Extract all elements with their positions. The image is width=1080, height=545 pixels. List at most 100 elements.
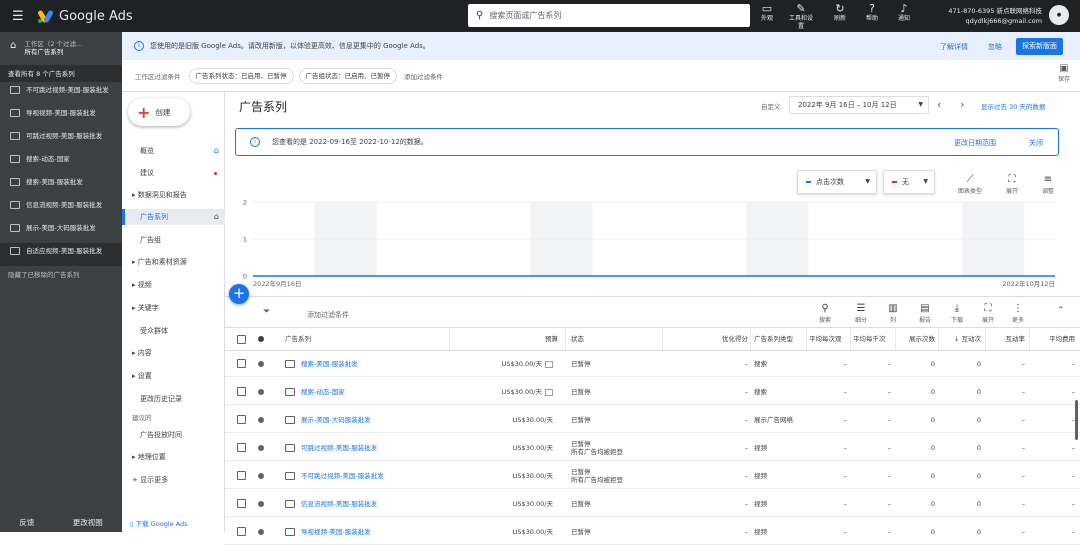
table-more-button[interactable]: ⋮ 更多 [1005, 302, 1031, 324]
avatar[interactable]: ● [1049, 5, 1069, 25]
create-button[interactable]: + 创建 [128, 98, 190, 126]
paused-status-icon[interactable] [258, 417, 264, 423]
adgroup-status-chip[interactable]: 广告组状态：已启用、已暂停 [298, 67, 397, 84]
nav-adgroups[interactable]: 广告组 [122, 232, 225, 248]
col-type[interactable]: 广告系列类型 [754, 328, 804, 350]
campaign-nav-item[interactable]: 展示-美国-大码服装批发 [0, 220, 122, 243]
nav-insights[interactable]: ▸ 数据洞见和报告 [122, 187, 225, 203]
nav-settings[interactable]: ▸ 设置 [122, 368, 225, 384]
compare-period-link[interactable]: 显示过去 30 天的数据 [981, 101, 1045, 111]
paused-status-icon[interactable] [258, 529, 264, 535]
account-info[interactable]: 471-870-6395 新点联网络科技 qdydlkj666@gmail.co… [938, 6, 1042, 26]
nav-keywords[interactable]: ▸ 关键字 [122, 300, 225, 316]
collapse-chart-icon[interactable]: ⌃ [1057, 306, 1065, 316]
budget-value[interactable]: US$30.00/天 [455, 463, 553, 488]
nav-campaigns[interactable]: 广告系列 ⌂ [122, 209, 225, 225]
budget-value[interactable]: US$30.00/天 [455, 491, 553, 516]
add-filter-link[interactable]: 添加过滤条件 [404, 71, 443, 81]
chart-type-button[interactable]: ⟋ 图表类型 [955, 174, 985, 195]
row-checkbox[interactable] [237, 387, 246, 396]
table-expand-button[interactable]: ⛶ 展开 [975, 302, 1001, 324]
col-interaction-rate[interactable]: 互动率 [987, 328, 1026, 350]
campaign-nav-item[interactable]: 导视视频-美国-服装批发 [0, 105, 122, 128]
campaign-nav-item[interactable]: 自适应视频-美国-服装批发 [0, 243, 122, 266]
table-add-filter[interactable]: 添加过滤条件 [307, 310, 349, 320]
select-all-checkbox[interactable] [237, 335, 246, 344]
campaign-nav-item[interactable]: 可跳过视频-美国-服装批发 [0, 128, 122, 151]
filter-icon[interactable]: ⏷ [263, 307, 270, 317]
table-columns-button[interactable]: ▥ 列 [880, 302, 906, 324]
adjust-button[interactable]: ≡ 调整 [1033, 174, 1063, 195]
table-search-button[interactable]: ⚲ 搜索 [812, 302, 838, 324]
table-row[interactable]: 导视视频-美国-服装批发 US$30.00/天 已暂停 – 视频 – –0 0– – [225, 519, 1080, 545]
col-budget[interactable]: 预算 [455, 328, 558, 350]
col-campaign[interactable]: 广告系列 [285, 328, 311, 350]
paused-status-icon[interactable] [258, 473, 264, 479]
col-impressions[interactable]: 展示次数 [897, 328, 935, 350]
nav-content[interactable]: ▸ 内容 [122, 345, 225, 361]
nav-recommendations[interactable]: 建议 [122, 165, 225, 181]
row-checkbox[interactable] [237, 443, 246, 452]
row-checkbox[interactable] [237, 359, 246, 368]
campaign-nav-item[interactable]: 信息流视频-美国-服装批发 [0, 197, 122, 220]
campaign-status-chip[interactable]: 广告系列状态：已启用、已暂停 [188, 67, 294, 84]
add-campaign-fab[interactable]: + [229, 284, 249, 304]
campaign-name-link[interactable]: 搜索-动态-国家 [301, 379, 345, 404]
paused-status-icon[interactable] [258, 501, 264, 507]
row-checkbox[interactable] [237, 415, 246, 424]
table-reports-button[interactable]: ▤ 报告 [912, 302, 938, 324]
nav-overview[interactable]: 概览 ⌂ [122, 143, 225, 159]
col-avg-cpm[interactable]: 平均每千次 [853, 328, 893, 350]
table-row[interactable]: 展示-美国-大码服装批发 US$30.00/天 已暂停 – 展示广告网络 – –0 0– – [225, 407, 1080, 433]
paused-status-icon[interactable] [258, 445, 264, 451]
campaign-nav-item[interactable]: 搜索-美国-服装批发 [0, 174, 122, 197]
campaign-name-link[interactable]: 可跳过视频-美国-服装批发 [301, 435, 377, 460]
nav-ads[interactable]: ▸ 广告和素材资源 [122, 254, 225, 270]
campaign-name-link[interactable]: 不可跳过视频-美国-服装批发 [301, 463, 384, 488]
col-optimization[interactable]: 优化得分 [665, 328, 748, 350]
nav-locations[interactable]: ▸ 地理位置 [122, 449, 225, 465]
menu-icon[interactable]: ☰ [12, 9, 26, 24]
feedback-link[interactable]: 反馈 [19, 514, 34, 532]
table-row[interactable]: 搜索-动态-国家 US$30.00/天 已暂停 – 搜索 – –0 0– – [225, 379, 1080, 405]
close-info-link[interactable]: 关闭 [1029, 138, 1043, 148]
change-view-link[interactable]: 更改视图 [73, 514, 103, 532]
nav-history[interactable]: 更改历史记录 [122, 391, 225, 407]
nav-videos[interactable]: ▸ 视频 [122, 277, 225, 293]
next-period-icon[interactable]: › [960, 98, 964, 111]
table-row[interactable]: 不可跳过视频-美国-服装批发 US$30.00/天 已暂停 所有广告均被拒登 – 视频 – –… [225, 463, 1080, 489]
save-button[interactable]: ▣ 保存 [1058, 63, 1070, 83]
expand-button[interactable]: ⛶ 展开 [997, 174, 1027, 195]
col-interactions[interactable]: ↓ 互动次 [939, 328, 981, 350]
nav-show-more[interactable]: + 显示更多 [122, 472, 225, 488]
search-input[interactable]: ⚲ 搜索页面或广告系列 [468, 4, 750, 27]
col-status[interactable]: 状态 [571, 328, 584, 350]
row-checkbox[interactable] [237, 499, 246, 508]
metric-selector-2[interactable]: 无 ▼ [883, 170, 935, 194]
campaign-name-link[interactable]: 搜索-美国-服装批发 [301, 351, 358, 376]
help-button[interactable]: ? 帮助 [858, 2, 886, 30]
paused-status-icon[interactable] [258, 361, 264, 367]
nav-ad-schedule[interactable]: 广告投放时间 [122, 427, 225, 443]
table-download-button[interactable]: ⤓ 下载 [944, 302, 970, 324]
refresh-button[interactable]: ↻ 刷新 [826, 2, 854, 30]
table-row[interactable]: 信息流视频-美国-服装批发 US$30.00/天 已暂停 – 视频 – –0 0– – [225, 491, 1080, 517]
table-row[interactable]: 可跳过视频-美国-服装批发 US$30.00/天 已暂停 所有广告均被拒登 – 视频 – –0… [225, 435, 1080, 461]
prev-period-icon[interactable]: ‹ [937, 98, 941, 111]
row-checkbox[interactable] [237, 471, 246, 480]
nav-audiences[interactable]: 受众群体 [122, 323, 225, 339]
date-range-picker[interactable]: 2022年 9月 16日 – 10月 12日 ▼ [789, 96, 929, 114]
budget-value[interactable]: US$30.00/天 [455, 407, 553, 432]
budget-value[interactable]: US$30.00/天 [455, 379, 553, 404]
notification-button[interactable]: ♪ 通知 [890, 2, 918, 30]
scrollbar[interactable] [1075, 400, 1078, 440]
change-date-range-link[interactable]: 更改日期范围 [954, 138, 996, 148]
budget-value[interactable]: US$30.00/天 [455, 351, 553, 376]
table-segment-button[interactable]: ☰ 细分 [848, 302, 874, 324]
workspace-selector[interactable]: ⌂ 工作区（2 个过滤... 所有广告系列 [0, 32, 122, 66]
appearance-button[interactable]: ▭ 外观 [753, 2, 781, 30]
google-ads-logo[interactable]: Google Ads [37, 9, 133, 24]
view-all-campaigns[interactable]: 查看所有 8 个广告系列 [0, 66, 122, 82]
learn-more-link[interactable]: 了解详情 [940, 42, 968, 52]
col-avg-cpv[interactable]: 平均每次观 [809, 328, 849, 350]
